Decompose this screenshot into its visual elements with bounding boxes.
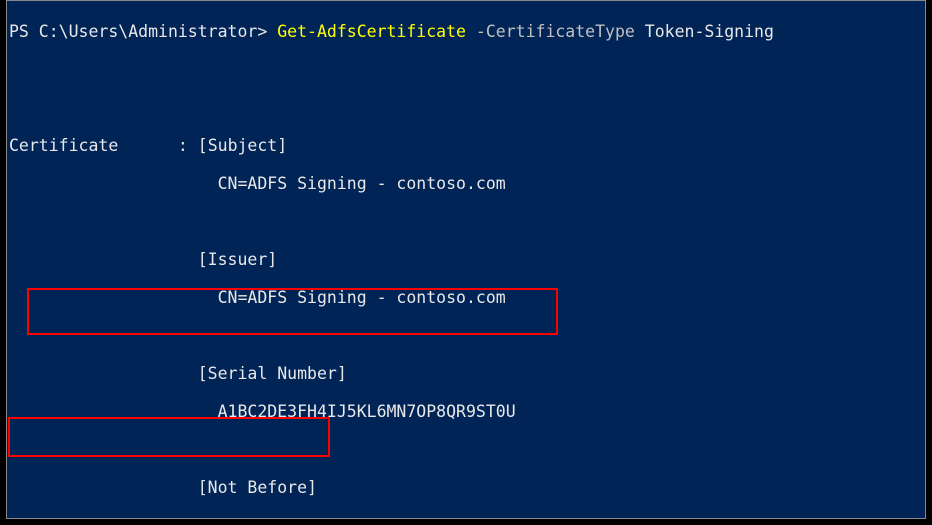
blank-line bbox=[7, 326, 925, 345]
cmdlet-param: -CertificateType bbox=[466, 22, 645, 41]
powershell-console[interactable]: PS C:\Users\Administrator> Get-AdfsCerti… bbox=[6, 0, 926, 519]
cert-notbefore-label: [Not Before] bbox=[7, 478, 925, 497]
cert-field-key: Certificate bbox=[9, 136, 118, 155]
cert-issuer-value: CN=ADFS Signing - contoso.com bbox=[7, 288, 925, 307]
cert-subject-label: Certificate : [Subject] bbox=[7, 136, 925, 155]
cert-notbefore-value: 7/16/2017 10:08:01 AM bbox=[7, 516, 925, 519]
blank-line bbox=[7, 98, 925, 117]
blank-line bbox=[7, 212, 925, 231]
cmdlet-name: Get-AdfsCertificate bbox=[277, 22, 466, 41]
cert-subject-value: CN=ADFS Signing - contoso.com bbox=[7, 174, 925, 193]
cert-serial-label: [Serial Number] bbox=[7, 364, 925, 383]
prompt-line: PS C:\Users\Administrator> Get-AdfsCerti… bbox=[7, 22, 925, 41]
cert-serial-value: A1BC2DE3FH4IJ5KL6MN7OP8QR9ST0U bbox=[7, 402, 925, 421]
blank-line bbox=[7, 60, 925, 79]
ps-prompt: PS C:\Users\Administrator> bbox=[9, 22, 277, 41]
cmdlet-value: Token-Signing bbox=[645, 22, 774, 41]
cert-issuer-label: [Issuer] bbox=[7, 250, 925, 269]
blank-line bbox=[7, 440, 925, 459]
